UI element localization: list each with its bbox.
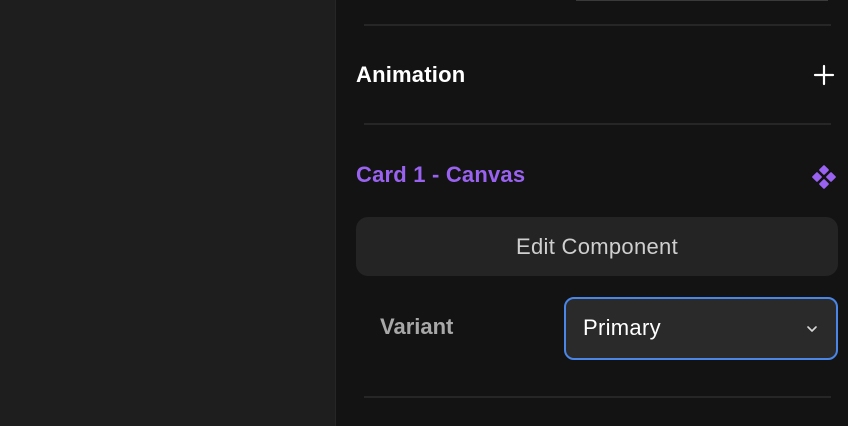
plus-icon[interactable] (813, 64, 835, 86)
divider (364, 396, 831, 398)
animation-section-title: Animation (356, 62, 466, 87)
edit-component-label: Edit Component (516, 233, 678, 259)
edit-component-button[interactable]: Edit Component (356, 217, 838, 276)
variant-select-value: Primary (583, 315, 661, 340)
canvas-area[interactable] (0, 0, 335, 426)
chevron-down-icon (807, 326, 817, 332)
variant-label: Variant (380, 314, 454, 339)
top-field-border (576, 0, 828, 1)
component-icon[interactable] (812, 165, 836, 189)
divider (364, 123, 831, 125)
variant-select[interactable]: Primary (564, 297, 838, 360)
component-title: Card 1 - Canvas (356, 162, 526, 187)
divider (364, 24, 831, 26)
properties-panel: Animation Card 1 - Canvas Edit Component… (335, 0, 848, 426)
